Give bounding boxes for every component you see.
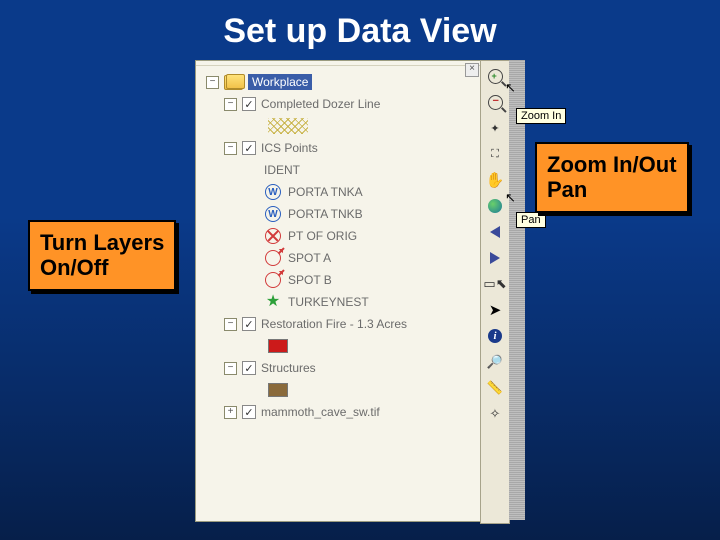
point-symbol: W [264,183,282,201]
point-symbol [264,227,282,245]
callout-line1: Zoom In/Out [547,152,677,177]
ics-point-orig: PT OF ORIG [264,226,477,246]
field-label: IDENT [264,163,300,177]
close-icon[interactable]: × [465,63,479,77]
callout-line2: On/Off [40,255,108,280]
go-to-xy-button[interactable]: ✧ [483,402,507,426]
arrow-left-icon [490,226,500,238]
layer-checkbox[interactable]: ✓ [242,317,256,331]
identify-button[interactable]: i [483,324,507,348]
struct-swatch [264,380,477,400]
select-features-button[interactable]: ▭⬉ [483,272,507,296]
pan-button[interactable]: ✋ [483,168,507,192]
ics-point-spota: SPOT A [264,248,477,268]
layer-label[interactable]: ICS Points [261,141,318,155]
layer-checkbox[interactable]: ✓ [242,405,256,419]
layer-fire[interactable]: − ✓ Restoration Fire - 1.3 Acres [224,314,477,334]
point-symbol: ★ [264,293,282,311]
fire-swatch [264,336,477,356]
collapse-icon[interactable]: − [206,76,219,89]
map-edge [509,60,525,520]
layer-label[interactable]: Restoration Fire - 1.3 Acres [261,317,407,331]
point-symbol [264,271,282,289]
point-label: PORTA TNKB [288,207,363,221]
panel-top [196,61,481,66]
tooltip-zoom-in: Zoom In [516,108,566,124]
cursor-icon: ↖ [505,190,516,206]
fixed-zoom-in-button[interactable]: ✦ [483,116,507,140]
tools-toolbar: + − ✦ ⛶ ✋ ▭⬉ ➤ i 🔎 📏 ✧ [480,60,510,524]
root-node[interactable]: − Workplace [206,72,477,92]
point-label: SPOT B [288,273,332,287]
layer-label[interactable]: Structures [261,361,316,375]
callout-layers: Turn Layers On/Off [28,220,176,291]
ics-point-tnka: W PORTA TNKA [264,182,477,202]
point-symbol: W [264,205,282,223]
ics-point-tnkb: W PORTA TNKB [264,204,477,224]
dataframe-icon [224,75,243,90]
point-symbol [264,249,282,267]
layer-checkbox[interactable]: ✓ [242,141,256,155]
color-swatch [268,339,288,353]
callout-line2: Pan [547,177,587,202]
ics-point-turkey: ★ TURKEYNEST [264,292,477,312]
tooltip-pan: Pan [516,212,546,228]
layer-raster[interactable]: + ✓ mammoth_cave_sw.tif [224,402,477,422]
back-button[interactable] [483,220,507,244]
collapse-icon[interactable]: − [224,318,237,331]
layer-label[interactable]: mammoth_cave_sw.tif [261,405,380,419]
slide: Set up Data View × − Workplace − ✓ Compl… [0,0,720,540]
layer-label[interactable]: Completed Dozer Line [261,97,380,111]
layer-checkbox[interactable]: ✓ [242,361,256,375]
hatch-symbol [268,118,308,134]
dozer-swatch [264,116,477,136]
layer-ics[interactable]: − ✓ ICS Points [224,138,477,158]
color-swatch [268,383,288,397]
zoom-in-button[interactable]: + [483,64,507,88]
select-elements-button[interactable]: ➤ [483,298,507,322]
globe-icon [488,199,502,213]
info-icon: i [488,329,502,343]
root-label[interactable]: Workplace [248,74,312,90]
forward-button[interactable] [483,246,507,270]
collapse-icon[interactable]: − [224,362,237,375]
collapse-icon[interactable]: − [224,142,237,155]
collapse-icon[interactable]: − [224,98,237,111]
arrow-right-icon [490,252,500,264]
measure-button[interactable]: 📏 [483,376,507,400]
ics-point-spotb: SPOT B [264,270,477,290]
expand-icon[interactable]: + [224,406,237,419]
point-label: PORTA TNKA [288,185,363,199]
callout-line1: Turn Layers [40,230,164,255]
fixed-zoom-out-button[interactable]: ⛶ [483,142,507,166]
point-label: SPOT A [288,251,331,265]
layer-structures[interactable]: − ✓ Structures [224,358,477,378]
find-button[interactable]: 🔎 [483,350,507,374]
layer-dozer[interactable]: − ✓ Completed Dozer Line [224,94,477,114]
slide-title: Set up Data View [0,0,720,51]
full-extent-button[interactable] [483,194,507,218]
zoom-out-button[interactable]: − [483,90,507,114]
ics-field-heading: IDENT [264,160,477,180]
point-label: TURKEYNEST [288,295,369,309]
table-of-contents: − Workplace − ✓ Completed Dozer Line − ✓… [196,66,481,428]
cursor-icon: ↖ [505,80,516,96]
layer-checkbox[interactable]: ✓ [242,97,256,111]
point-label: PT OF ORIG [288,229,357,243]
callout-zoom-pan: Zoom In/Out Pan [535,142,689,213]
toc-panel: × − Workplace − ✓ Completed Dozer Line −… [195,60,481,522]
